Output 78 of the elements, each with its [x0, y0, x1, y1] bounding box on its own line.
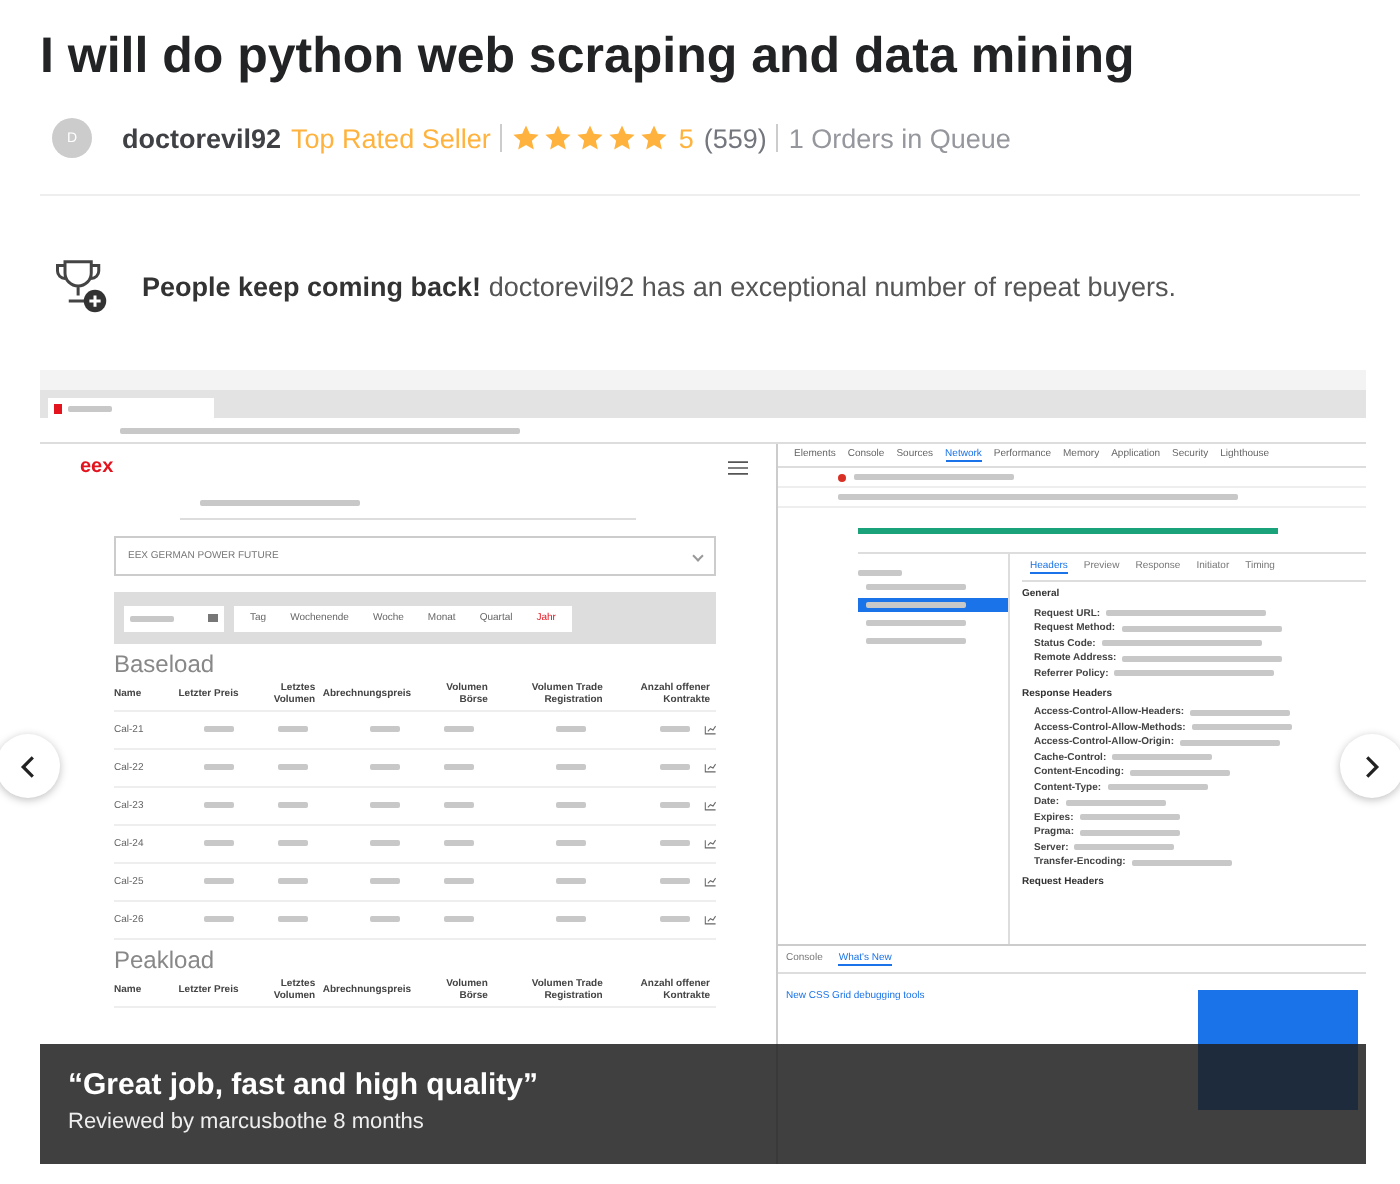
blurred-text — [555, 916, 586, 922]
chart-icon[interactable] — [703, 724, 717, 736]
blurred-text — [555, 726, 586, 732]
chart-icon[interactable] — [703, 876, 717, 888]
blurred-text — [204, 802, 235, 808]
blurred-text — [1131, 859, 1232, 866]
review-count[interactable]: (559) — [703, 123, 767, 153]
request-row[interactable] — [858, 598, 1008, 612]
chart-icon[interactable] — [703, 838, 717, 850]
chart-icon[interactable] — [703, 762, 717, 774]
menu-icon[interactable] — [728, 459, 748, 475]
blurred-text — [278, 840, 309, 846]
blurred-text — [444, 802, 475, 808]
blurred-text — [370, 916, 401, 922]
blurred-text — [444, 916, 475, 922]
review-byline: Reviewed by marcusbothe 8 months — [68, 1110, 426, 1134]
blurred-text — [444, 878, 475, 884]
chevron-right-icon — [1364, 753, 1380, 779]
site-logo: eex — [80, 456, 114, 478]
orders-in-queue: 1 Orders in Queue — [788, 123, 1011, 153]
review-quote: “Great job, fast and high quality” — [68, 1068, 541, 1102]
chart-icon[interactable] — [703, 800, 717, 812]
blurred-text — [370, 878, 401, 884]
star-icon — [640, 124, 669, 152]
star-icon — [512, 124, 541, 152]
blurred-text — [278, 878, 309, 884]
record-icon[interactable] — [838, 473, 846, 481]
repeat-buyers-text: People keep coming back! doctorevil92 has an exceptional number of repeat buyers. — [142, 271, 1177, 301]
blurred-text — [1074, 844, 1175, 851]
blurred-text — [370, 840, 401, 846]
blurred-text — [1130, 769, 1230, 776]
blurred-text — [659, 878, 690, 884]
blurred-text — [204, 726, 235, 732]
blurred-text — [370, 726, 401, 732]
blurred-text — [278, 764, 309, 770]
blurred-text — [1065, 799, 1166, 806]
chart-icon[interactable] — [703, 914, 717, 926]
blurred-text — [555, 764, 586, 770]
blurred-text — [659, 916, 690, 922]
blurred-text — [1080, 829, 1181, 836]
blurred-text — [659, 840, 690, 846]
seller-name[interactable]: doctorevil92 — [122, 123, 282, 153]
seller-level: Top Rated Seller — [291, 123, 491, 153]
blurred-text — [444, 726, 475, 732]
blurred-text — [204, 840, 235, 846]
blurred-text — [444, 840, 475, 846]
blurred-text — [204, 878, 235, 884]
blurred-text — [278, 726, 309, 732]
blurred-text — [1191, 724, 1292, 731]
blurred-text — [1112, 754, 1213, 761]
blurred-text — [370, 802, 401, 808]
blurred-text — [1180, 739, 1281, 746]
blurred-text — [278, 802, 309, 808]
rating-score: 5 — [678, 123, 694, 153]
blurred-text — [1190, 709, 1291, 716]
trophy-icon — [50, 256, 110, 316]
blurred-text — [555, 878, 586, 884]
blurred-text — [1107, 784, 1208, 791]
blurred-text — [444, 764, 475, 770]
blurred-text — [1079, 814, 1180, 821]
blurred-text — [278, 916, 309, 922]
section-heading: Baseload — [114, 650, 217, 678]
blurred-text — [659, 726, 690, 732]
section-heading: Peakload — [114, 946, 217, 974]
star-icon — [576, 124, 605, 152]
chevron-left-icon — [20, 753, 36, 779]
previous-button[interactable] — [0, 734, 60, 798]
blurred-text — [204, 916, 235, 922]
star-icon — [608, 124, 637, 152]
blurred-text — [204, 764, 235, 770]
blurred-text — [659, 764, 690, 770]
gig-title: I will do python web scraping and data mining — [38, 26, 1137, 88]
blurred-text — [555, 802, 586, 808]
star-icon — [544, 124, 573, 152]
blurred-text — [659, 802, 690, 808]
date-field[interactable] — [124, 605, 224, 631]
blurred-text — [370, 764, 401, 770]
blurred-text — [555, 840, 586, 846]
